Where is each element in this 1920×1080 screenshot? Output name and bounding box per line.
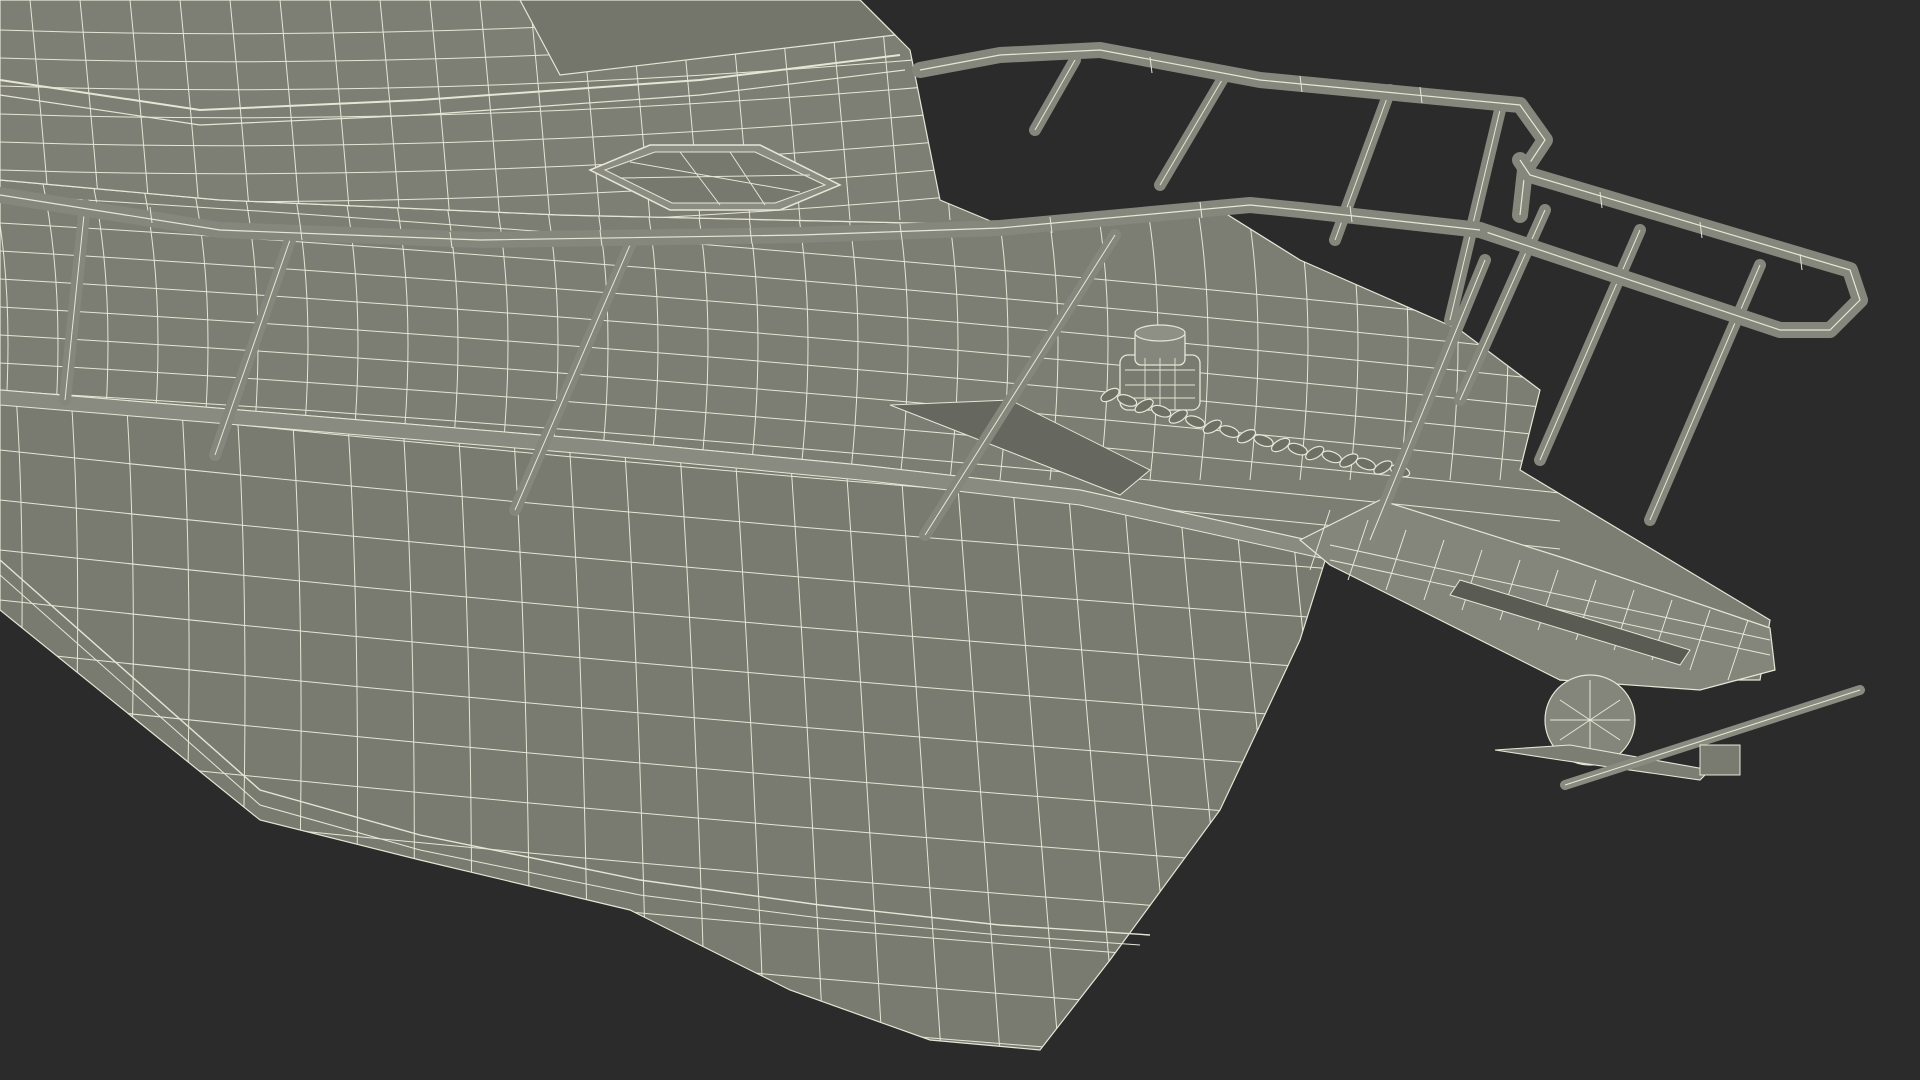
render-viewport: [0, 0, 1920, 1080]
boat-wireframe-render: [0, 0, 1920, 1080]
